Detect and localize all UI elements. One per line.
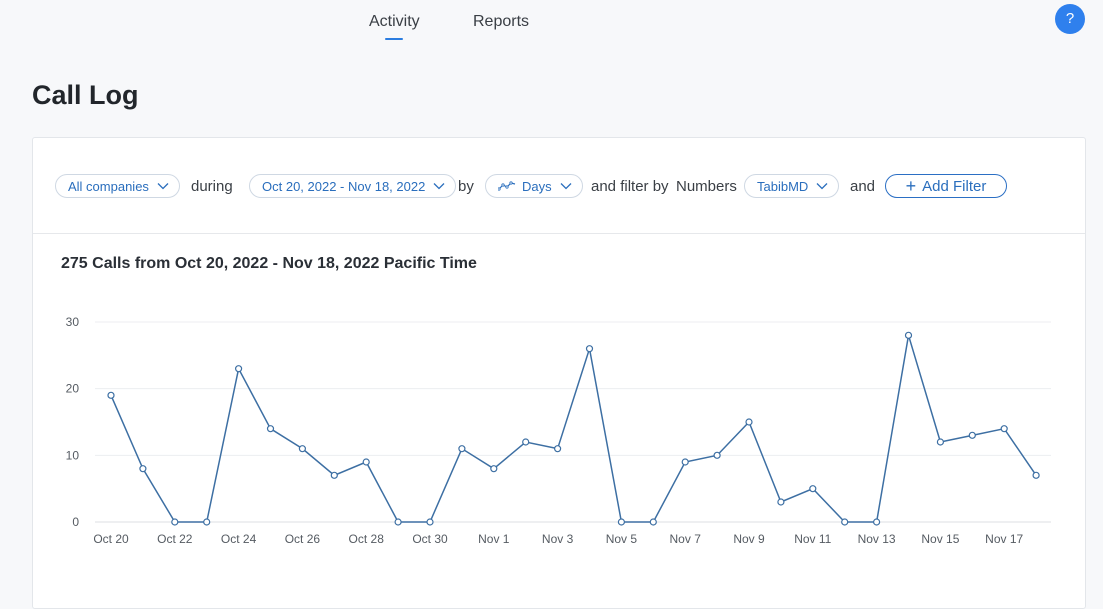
x-tick-label: Nov 15 [921,532,959,546]
data-point [809,485,817,493]
top-navigation: Activity Reports ? [0,0,1103,50]
x-tick-label: Oct 26 [285,532,321,546]
x-tick-label: Nov 7 [670,532,702,546]
x-tick-label: Oct 22 [157,532,193,546]
data-point [522,438,530,446]
data-point [585,345,594,353]
y-tick-label: 30 [66,315,80,329]
data-point [713,451,721,459]
x-tick-label: Nov 5 [606,532,638,546]
x-tick-label: Oct 30 [412,532,448,546]
call-log-card: All companies during Oct 20, 2022 - Nov … [32,137,1086,609]
data-point [872,518,881,526]
x-tick-label: Nov 9 [733,532,765,546]
data-point [171,518,179,526]
x-tick-label: Oct 24 [221,532,257,546]
y-tick-label: 10 [66,448,80,462]
x-tick-label: Nov 17 [985,532,1023,546]
data-point [458,445,466,453]
data-point [1000,425,1008,433]
x-tick-label: Nov 1 [478,532,510,546]
data-point [266,425,275,433]
tab-reports[interactable]: Reports [473,13,529,31]
x-tick-label: Oct 20 [93,532,129,546]
x-tick-label: Oct 28 [349,532,385,546]
data-point [235,365,243,373]
data-point [330,471,338,479]
x-tick-label: Nov 3 [542,532,574,546]
data-point [298,445,306,453]
data-point [617,518,626,526]
data-point [490,465,498,473]
help-icon[interactable]: ? [1055,4,1085,34]
data-point [681,458,689,466]
data-point [649,518,657,526]
series-line [110,335,1037,523]
x-tick-label: Nov 13 [858,532,896,546]
data-point [203,518,211,526]
data-point [362,458,370,466]
data-point [841,518,849,526]
data-point [936,438,945,446]
page-title: Call Log [32,80,139,110]
data-point [777,498,785,506]
data-point [553,445,562,453]
calls-line-chart: 0 10 20 30 Oct 20 Oct 22 Oct 24 Oct 26 Oct 28 Oct… [66,315,1051,546]
data-point [1032,471,1040,479]
x-tick-label: Nov 11 [794,532,831,546]
data-point [968,431,976,439]
data-point [904,331,913,339]
y-tick-label: 20 [66,382,80,396]
data-point [394,518,402,526]
y-tick-label: 0 [72,515,79,529]
tab-activity[interactable]: Activity [369,13,420,31]
data-point [139,465,147,473]
data-point [426,518,434,526]
data-point [107,391,115,399]
data-point [745,418,753,426]
